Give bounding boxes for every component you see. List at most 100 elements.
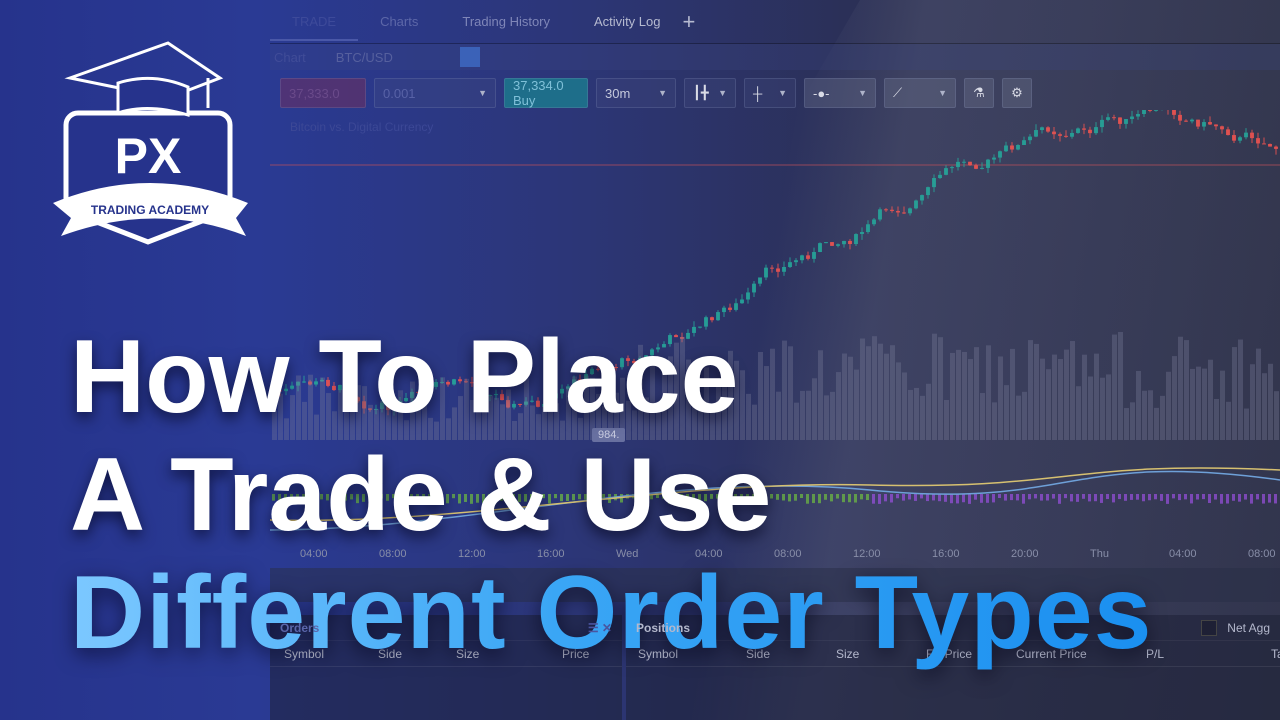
- candle-body: [866, 224, 870, 233]
- chevron-down-icon: ▼: [658, 88, 667, 98]
- gear-icon: ⚙: [1011, 85, 1023, 100]
- candle-body: [1196, 119, 1200, 127]
- candle-body: [722, 307, 726, 313]
- trendline-button[interactable]: ⟋ ▼: [884, 78, 956, 108]
- candle-body: [1226, 129, 1230, 136]
- column-header: Ta: [1271, 647, 1280, 661]
- volume-bar: [1214, 398, 1219, 440]
- volume-bar: [1244, 408, 1249, 440]
- candle-body: [1148, 110, 1152, 111]
- candle-body: [956, 161, 960, 168]
- macd-bar: [1226, 494, 1229, 504]
- clock-icon: -●-: [813, 85, 830, 101]
- volume-bar: [1154, 407, 1159, 440]
- settings-button[interactable]: ⚙: [1002, 78, 1032, 108]
- crosshair-button[interactable]: ┼ ▼: [744, 78, 796, 108]
- px-trading-academy-logo: PX TRADING ACADEMY: [53, 41, 248, 245]
- volume-bar: [1196, 366, 1201, 440]
- candle-body: [896, 210, 900, 213]
- candle-body: [800, 255, 804, 261]
- close-icon[interactable]: ☰ ✕: [588, 621, 612, 635]
- candle-body: [1076, 128, 1080, 133]
- candle-body: [758, 277, 762, 284]
- candle-body: [902, 212, 906, 214]
- macd-bar: [1184, 494, 1187, 500]
- macd-bar: [1172, 494, 1175, 499]
- logo-px-text: PX: [115, 128, 182, 184]
- candle-body: [860, 232, 864, 235]
- volume-bar: [1238, 339, 1243, 440]
- volume-bar: [1250, 364, 1255, 440]
- candle-body: [1154, 110, 1158, 111]
- macd-bar: [1166, 494, 1169, 504]
- candle-body: [818, 243, 822, 253]
- candle-body: [962, 161, 966, 163]
- candle-body: [1274, 146, 1278, 149]
- candle-body: [908, 208, 912, 214]
- macd-bar: [1154, 494, 1157, 500]
- volume-bar: [1226, 401, 1231, 440]
- candle-body: [764, 267, 768, 278]
- candle-body: [1208, 122, 1212, 125]
- headline: How To Place A Trade & Use Different Ord…: [70, 318, 1152, 672]
- quantity-value: 0.001: [383, 85, 416, 101]
- tab-trading-history[interactable]: Trading History: [440, 14, 572, 29]
- candle-body: [872, 219, 876, 225]
- volume-bar: [1172, 356, 1177, 440]
- plus-icon[interactable]: +: [683, 9, 696, 35]
- flask-button[interactable]: ⚗: [964, 78, 994, 108]
- headline-line-3: Different Order Types: [70, 555, 1153, 671]
- candle-body: [848, 240, 852, 245]
- tab-activity-log[interactable]: Activity Log: [572, 14, 682, 29]
- volume-bar: [1184, 340, 1189, 440]
- candle-body: [836, 244, 840, 246]
- candle-body: [1022, 140, 1026, 146]
- macd-bar: [1202, 494, 1205, 500]
- quantity-select[interactable]: 0.001 ▼: [374, 78, 496, 108]
- sell-button[interactable]: 37,333.0: [280, 78, 366, 108]
- candle-body: [998, 151, 1002, 158]
- time-axis-label: 04:00: [1169, 548, 1197, 560]
- flask-icon: ⚗: [973, 85, 985, 100]
- candle-body: [1142, 110, 1146, 114]
- candle-body: [782, 266, 786, 272]
- buy-button[interactable]: 37,334.0 Buy: [504, 78, 588, 108]
- candle-body: [752, 283, 756, 293]
- macd-bar: [1232, 494, 1235, 501]
- candle-body: [890, 209, 894, 211]
- net-checkbox[interactable]: [1201, 619, 1218, 636]
- candle-body: [1016, 145, 1020, 150]
- chevron-down-icon: ▼: [718, 88, 727, 98]
- candle-body: [812, 252, 816, 259]
- candle-body: [1034, 130, 1038, 137]
- chart-type-button[interactable]: ┃╋ ▼: [684, 78, 736, 108]
- positions-title: Positions: [636, 620, 691, 635]
- candle-body: [938, 174, 942, 179]
- volume-bar: [1274, 391, 1279, 440]
- candle-body: [1058, 134, 1062, 136]
- candle-body: [1118, 117, 1122, 124]
- candle-body: [1220, 126, 1224, 130]
- chevron-down-icon: ▼: [478, 88, 487, 98]
- candle-body: [1046, 127, 1050, 132]
- candle-body: [1268, 143, 1272, 147]
- candle-body: [770, 267, 774, 269]
- candle-body: [1214, 124, 1218, 127]
- tab-trade[interactable]: TRADE: [270, 14, 359, 41]
- interval-select[interactable]: 30m ▼: [596, 78, 676, 108]
- candle-body: [830, 242, 834, 246]
- candle-body: [1136, 113, 1140, 117]
- clock-button[interactable]: -●- ▼: [804, 78, 876, 108]
- candle-body: [950, 167, 954, 169]
- volume-bar: [1166, 371, 1171, 440]
- orders-title: Orders: [280, 620, 320, 635]
- candle-body: [1184, 120, 1188, 122]
- symbol-input[interactable]: BTC/USD: [336, 50, 446, 65]
- candle-body: [1244, 132, 1248, 138]
- candle-body: [926, 187, 930, 196]
- headline-line-2: A Trade & Use: [70, 437, 772, 553]
- link-icon[interactable]: [459, 47, 480, 67]
- tab-charts[interactable]: Charts: [358, 14, 440, 29]
- volume-bar: [1220, 370, 1225, 440]
- candle-body: [884, 209, 888, 211]
